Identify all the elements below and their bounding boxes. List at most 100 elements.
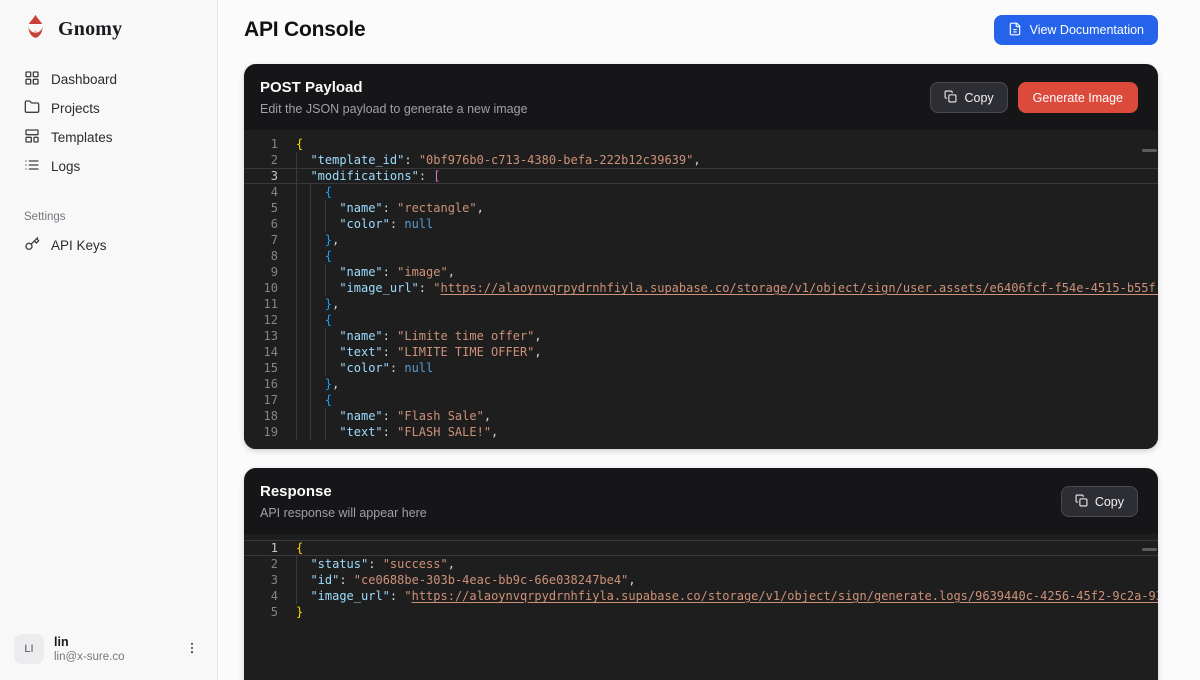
code-token-p: , [534, 329, 542, 343]
line-number: 5 [270, 605, 278, 619]
code-token-b1: { [296, 137, 304, 151]
page-header: API Console View Documentation [244, 14, 1158, 46]
key-icon [24, 236, 40, 255]
code-line[interactable]: 16}, [244, 376, 1158, 392]
code-token-str: " [404, 589, 412, 603]
gnome-logo-icon [22, 13, 49, 45]
code-line[interactable]: 4{ [244, 184, 1158, 200]
indent-guide [296, 152, 310, 168]
indent-guide [310, 280, 324, 296]
indent-guide [296, 264, 310, 280]
code-line[interactable]: 1{ [244, 540, 1158, 556]
code-token-key: "name" [339, 265, 383, 279]
editor-scrollbar-thumb[interactable] [1142, 548, 1157, 551]
sidebar-item-templates[interactable]: Templates [12, 123, 205, 152]
line-number: 16 [263, 377, 278, 391]
response-title: Response [260, 482, 332, 500]
code-line[interactable]: 2 "status": "success", [244, 556, 1158, 572]
main-content: API Console View Documentation POST Payl… [218, 0, 1200, 680]
code-token-p: : [368, 557, 383, 571]
view-documentation-button[interactable]: View Documentation [993, 15, 1158, 45]
user-meta: lin lin@x-sure.co [54, 635, 171, 664]
code-token-p: : [418, 281, 434, 295]
code-line[interactable]: 7}, [244, 232, 1158, 248]
indent-guide [296, 572, 310, 588]
code-line[interactable]: 19 "text": "FLASH SALE!", [244, 424, 1158, 440]
code-line[interactable]: 6 "color": null [244, 216, 1158, 232]
copy-payload-button[interactable]: Copy [930, 82, 1008, 113]
code-token-b1: { [296, 541, 304, 555]
sidebar-item-dashboard[interactable]: Dashboard [12, 65, 205, 94]
code-line[interactable]: 18 "name": "Flash Sale", [244, 408, 1158, 424]
indent-guide [296, 232, 310, 248]
line-number: 13 [263, 329, 278, 343]
line-content: "text": "LIMITE TIME OFFER", [296, 344, 1158, 360]
code-token-key: "name" [339, 329, 383, 343]
code-line[interactable]: 15 "color": null [244, 360, 1158, 376]
post-payload-titles: POST Payload Edit the JSON payload to ge… [260, 78, 528, 118]
code-line[interactable]: 17 { [244, 392, 1158, 408]
code-line[interactable]: 4 "image_url": "https://alaoynvqrpydrnhfi… [244, 588, 1158, 604]
line-number: 10 [263, 281, 278, 295]
post-payload-header: POST Payload Edit the JSON payload to ge… [244, 64, 1158, 130]
sidebar-item-projects[interactable]: Projects [12, 94, 205, 123]
code-line[interactable]: 3 "modifications": [ [244, 168, 1158, 184]
indent-guide [310, 424, 324, 440]
user-email: lin@x-sure.co [54, 650, 125, 663]
sidebar-item-logs[interactable]: Logs [12, 152, 205, 181]
code-token-key: "id" [310, 573, 340, 587]
code-line[interactable]: 10 "image_url": "https://alaoynvqrpydrnhf… [244, 280, 1158, 296]
code-token-str: "LIMITE TIME OFFER" [397, 345, 535, 359]
indent-guide [325, 344, 339, 360]
copy-response-button[interactable]: Copy [1060, 486, 1138, 517]
generate-image-button[interactable]: Generate Image [1017, 82, 1138, 113]
indent-guide [325, 360, 339, 376]
line-content: } [296, 604, 1158, 620]
sidebar: Gnomy Dashboard Projects Templates Logs … [0, 0, 218, 680]
sidebar-item-label: Projects [51, 101, 100, 116]
code-token-p: , [332, 377, 340, 391]
line-content: { [296, 248, 1158, 264]
code-line[interactable]: 3 "id": "ce0688be-303b-4eac-bb9c-66e03824… [244, 572, 1158, 588]
response-header: Response API response will appear here C… [244, 468, 1158, 534]
code-token-p: , [491, 425, 499, 439]
code-line[interactable]: 5} [244, 604, 1158, 620]
code-line[interactable]: 2 "template_id": "0bf976b0-c713-4380-befa… [244, 152, 1158, 168]
sidebar-item-api-keys[interactable]: API Keys [12, 231, 205, 260]
code-line[interactable]: 14 "text": "LIMITE TIME OFFER", [244, 344, 1158, 360]
code-line[interactable]: 8{ [244, 248, 1158, 264]
code-line[interactable]: 1{ [244, 136, 1158, 152]
code-token-url: https://alaoynvqrpydrnhfiyla.supabase.co… [411, 589, 1158, 603]
code-line[interactable]: 5 "name": "rectangle", [244, 200, 1158, 216]
code-line[interactable]: 12 { [244, 312, 1158, 328]
code-line[interactable]: 11}, [244, 296, 1158, 312]
code-token-kw: null [404, 217, 434, 231]
code-line[interactable]: 13 "name": "Limite time offer", [244, 328, 1158, 344]
code-token-p: , [447, 265, 455, 279]
sidebar-item-label: API Keys [51, 238, 107, 253]
line-content: "text": "FLASH SALE!", [296, 424, 1158, 440]
response-actions: Copy [1060, 486, 1138, 517]
kebab-menu-icon [185, 641, 199, 658]
code-token-str: "Flash Sale" [397, 409, 484, 423]
line-number: 8 [270, 249, 278, 263]
settings-section-label: Settings [24, 211, 66, 223]
code-token-str: "image" [397, 265, 448, 279]
line-number: 14 [263, 345, 278, 359]
template-layout-icon [24, 128, 40, 147]
code-line[interactable]: 9 "name": "image", [244, 264, 1158, 280]
code-token-p: : [382, 201, 398, 215]
indent-guide [296, 200, 310, 216]
code-token-str: "0bf976b0-c713-4380-befa-222b12c39639" [418, 153, 694, 167]
indent-guide [296, 216, 310, 232]
response-code-editor[interactable]: 1{2 "status": "success", 3 "id": "ce0688be-… [244, 534, 1158, 680]
copy-response-label: Copy [1094, 494, 1124, 509]
editor-scrollbar-thumb[interactable] [1142, 149, 1157, 152]
code-token-p: : [382, 409, 398, 423]
user-account[interactable]: LI lin lin@x-sure.co [0, 622, 217, 680]
payload-code-editor[interactable]: 1{2 "template_id": "0bf976b0-c713-4380-be… [244, 130, 1158, 449]
line-number: 1 [270, 541, 278, 555]
user-menu-button[interactable] [181, 636, 203, 662]
indent-guide [310, 392, 324, 408]
list-icon [24, 157, 40, 176]
